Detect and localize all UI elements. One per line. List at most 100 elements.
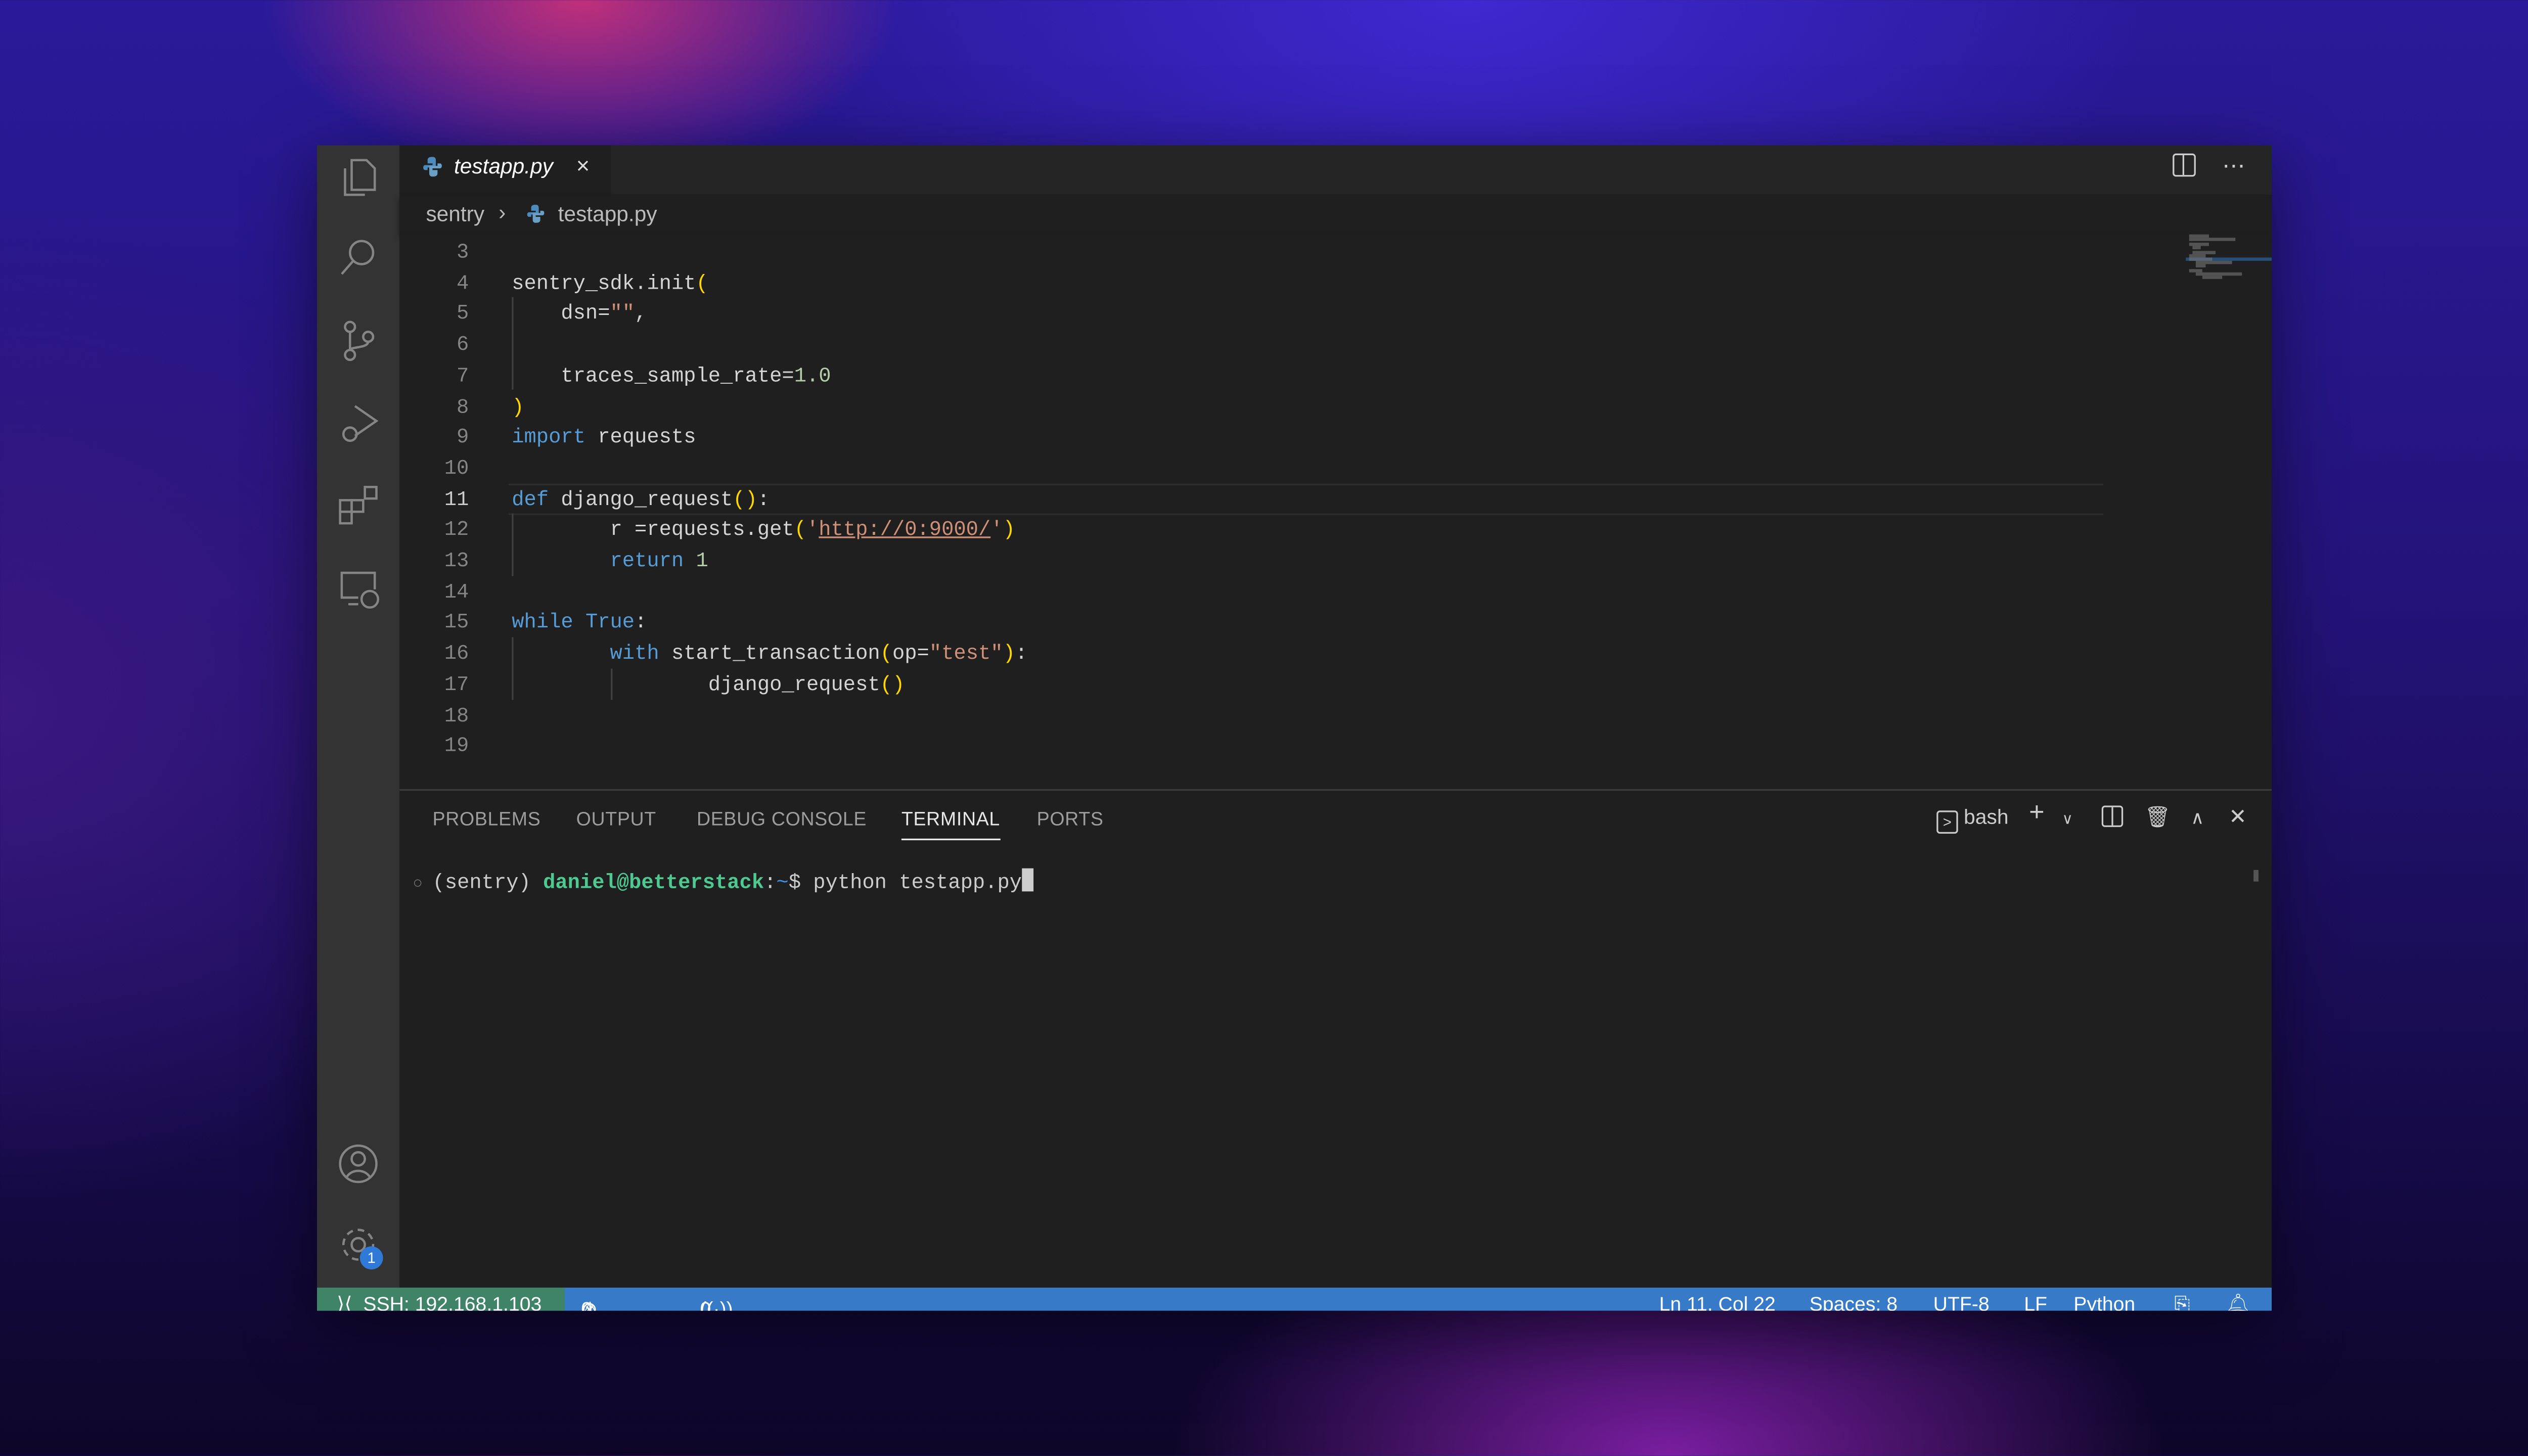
- cursor-position[interactable]: Ln 11, Col 22: [1659, 1293, 1776, 1311]
- ports-count: 0: [700, 1297, 711, 1311]
- line-number: 14: [444, 580, 469, 604]
- terminal-output[interactable]: ○ (sentry) daniel@betterstack:~$ python …: [413, 868, 1033, 895]
- warning-count: 0: [581, 1297, 593, 1311]
- editor-tab-bar: testapp.py × ⋯: [399, 145, 2272, 195]
- new-terminal-icon[interactable]: +: [2029, 799, 2045, 829]
- code-token: ): [512, 395, 524, 419]
- status-bar: ⟩⟨ SSH: 192.168.1.103 ⊗ 0 ⚠ 0 ((·)) 0 Ln…: [317, 1287, 2272, 1311]
- code-line[interactable]: while True:: [512, 608, 647, 639]
- code-token: ': [990, 519, 1003, 542]
- line-number: 16: [444, 642, 469, 666]
- code-line[interactable]: dsn="",: [512, 299, 647, 330]
- explorer-icon[interactable]: [335, 154, 381, 200]
- tab-problems[interactable]: PROBLEMS: [433, 810, 541, 830]
- code-line[interactable]: traces_sample_rate=1.0: [512, 361, 831, 392]
- code-token: django_request: [512, 673, 880, 697]
- code-token: 1: [696, 550, 708, 573]
- code-token: 1.0: [794, 364, 831, 388]
- code-token: (): [880, 673, 905, 697]
- tab-ports[interactable]: PORTS: [1037, 810, 1104, 830]
- code-token: ): [1003, 519, 1015, 542]
- line-number: 8: [457, 395, 469, 419]
- tab-debug-console[interactable]: DEBUG CONSOLE: [697, 810, 867, 830]
- line-number: 7: [457, 364, 469, 388]
- end-of-line[interactable]: LF: [2024, 1293, 2047, 1311]
- minimap[interactable]: [2186, 234, 2272, 789]
- code-token: ): [1003, 642, 1015, 666]
- code-token: requests: [585, 426, 696, 449]
- python-file-icon: [423, 157, 442, 177]
- settings-badge: 1: [359, 1246, 383, 1270]
- remote-icon: ⟩⟨: [337, 1292, 352, 1311]
- kill-terminal-trash-icon[interactable]: 🗑: [2145, 805, 2171, 830]
- code-token: def: [512, 488, 549, 511]
- code-token: traces_sample_rate=: [512, 364, 794, 388]
- code-line[interactable]: r =requests.get('http://0:9000/'): [512, 516, 1015, 547]
- notifications-bell-icon[interactable]: 🔔︎: [2226, 1293, 2251, 1311]
- code-line[interactable]: django_request(): [512, 670, 905, 701]
- run-debug-icon[interactable]: [335, 399, 381, 445]
- tab-output[interactable]: OUTPUT: [576, 810, 656, 830]
- terminal-shell-selector[interactable]: > bash: [1936, 805, 2009, 834]
- maximize-panel-chevron-up-icon[interactable]: ∧: [2191, 807, 2204, 829]
- line-number: 10: [444, 457, 469, 480]
- remote-indicator[interactable]: ⟩⟨ SSH: 192.168.1.103: [317, 1287, 565, 1311]
- code-token: return: [610, 550, 684, 573]
- search-icon[interactable]: [335, 235, 381, 281]
- remote-explorer-icon[interactable]: [335, 565, 381, 611]
- code-line[interactable]: sentry_sdk.init(: [512, 268, 708, 299]
- code-token: r =requests.get: [512, 519, 794, 542]
- code-token: start_transaction: [659, 642, 880, 666]
- line-number: 6: [457, 333, 469, 357]
- terminal-cursor: [1022, 868, 1033, 892]
- tab-terminal[interactable]: TERMINAL: [901, 810, 1000, 841]
- code-token: http://0:9000/: [819, 519, 991, 542]
- line-number: 19: [444, 735, 469, 758]
- code-line[interactable]: import requests: [512, 423, 696, 454]
- code-token: "": [610, 302, 635, 326]
- code-line[interactable]: with start_transaction(op="test"):: [512, 639, 1028, 670]
- language-mode[interactable]: Python: [2073, 1293, 2135, 1311]
- chevron-down-icon[interactable]: ∨: [2062, 810, 2073, 829]
- account-icon[interactable]: [335, 1141, 381, 1187]
- code-line[interactable]: return 1: [512, 547, 708, 577]
- bottom-panel: PROBLEMS OUTPUT DEBUG CONSOLE TERMINAL P…: [399, 789, 2272, 1290]
- extensions-icon[interactable]: [335, 482, 381, 528]
- code-editor[interactable]: 3 4 sentry_sdk.init(5 dsn="", 6 7 traces_sam…: [399, 234, 2272, 789]
- encoding[interactable]: UTF-8: [1933, 1293, 1990, 1311]
- terminal-prompt: $: [788, 872, 814, 895]
- remote-label: SSH: 192.168.1.103: [363, 1292, 542, 1311]
- code-line[interactable]: ): [512, 392, 524, 423]
- terminal-command: python testapp.py: [813, 872, 1022, 895]
- indentation[interactable]: Spaces: 8: [1810, 1293, 1898, 1311]
- shell-name: bash: [1964, 805, 2009, 829]
- code-token: import: [512, 426, 585, 449]
- line-number: 12: [444, 519, 469, 542]
- breadcrumb-folder[interactable]: sentry: [426, 201, 484, 226]
- split-terminal-icon[interactable]: [2101, 805, 2124, 832]
- prompt-status-circle-icon: ○: [413, 876, 433, 895]
- activity-bar: 1: [317, 145, 400, 1288]
- code-token: ,: [635, 302, 647, 326]
- code-token: :: [635, 611, 647, 635]
- feedback-icon[interactable]: ⎘: [2174, 1293, 2190, 1311]
- split-editor-icon[interactable]: [2173, 153, 2196, 177]
- tab-testapp-py[interactable]: testapp.py ×: [399, 145, 611, 195]
- source-control-icon[interactable]: [335, 317, 381, 363]
- close-panel-icon[interactable]: ✕: [2229, 804, 2247, 830]
- breadcrumb-separator: ›: [499, 200, 506, 225]
- terminal-icon: >: [1936, 810, 1958, 834]
- code-token: ': [806, 519, 819, 542]
- breadcrumb-file[interactable]: testapp.py: [558, 201, 657, 226]
- tab-close-icon[interactable]: ×: [576, 152, 590, 178]
- terminal-colon: :: [764, 872, 777, 895]
- code-token: True: [585, 611, 635, 635]
- terminal-scrollbar[interactable]: [2253, 870, 2259, 882]
- code-token: (): [733, 488, 757, 511]
- more-actions-icon[interactable]: ⋯: [2222, 152, 2245, 178]
- code-line[interactable]: def django_request():: [512, 485, 770, 516]
- line-number: 5: [457, 302, 469, 326]
